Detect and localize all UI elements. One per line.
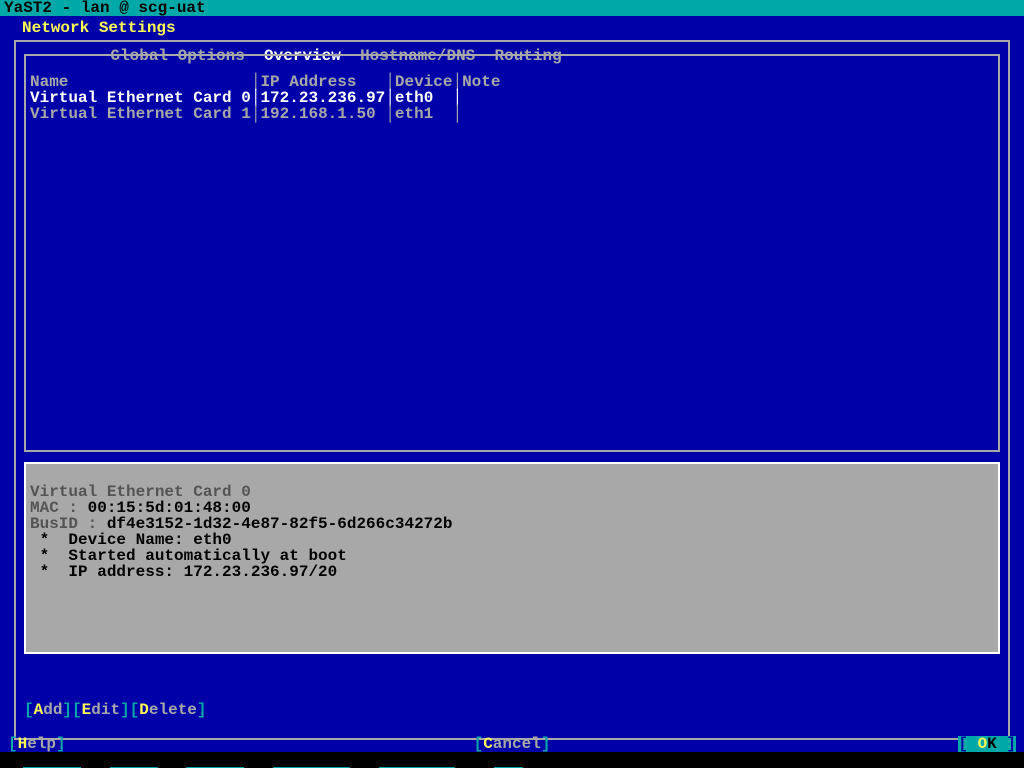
device-detail-panel: Virtual Ethernet Card 0 MAC : 00:15:5d:0… (24, 462, 1000, 654)
detail-ip: * IP address: 172.23.236.97/20 (30, 563, 337, 581)
fkey-bar: F1 Help F3 Add F4 Edit F5 Delete F9 Canc… (0, 752, 1024, 768)
action-row: [Add][Edit][Delete] (24, 686, 207, 734)
delete-button[interactable]: [Delete] (130, 701, 207, 719)
edit-button[interactable]: [Edit] (72, 701, 130, 719)
table-row[interactable]: Virtual Ethernet Card 1│192.168.1.50 │et… (30, 105, 462, 123)
outer-frame: ─Global Options──Overview──Hostname/DNS─… (14, 40, 1010, 740)
window-title: YaST2 - lan @ scg-uat (4, 0, 206, 17)
cancel-button[interactable]: [Cancel] (0, 736, 1024, 752)
device-table[interactable]: Name │IP Address │Device│Note Virtual Et… (26, 56, 998, 140)
main-area: Network Settings ─Global Options──Overvi… (0, 16, 1024, 752)
device-list-frame: Name │IP Address │Device│Note Virtual Et… (24, 54, 1000, 452)
window-titlebar: YaST2 - lan @ scg-uat (0, 0, 1024, 16)
bottom-button-row: [Cancel] [Help] [ OK ] (0, 736, 1024, 752)
add-button[interactable]: [Add] (24, 701, 72, 719)
